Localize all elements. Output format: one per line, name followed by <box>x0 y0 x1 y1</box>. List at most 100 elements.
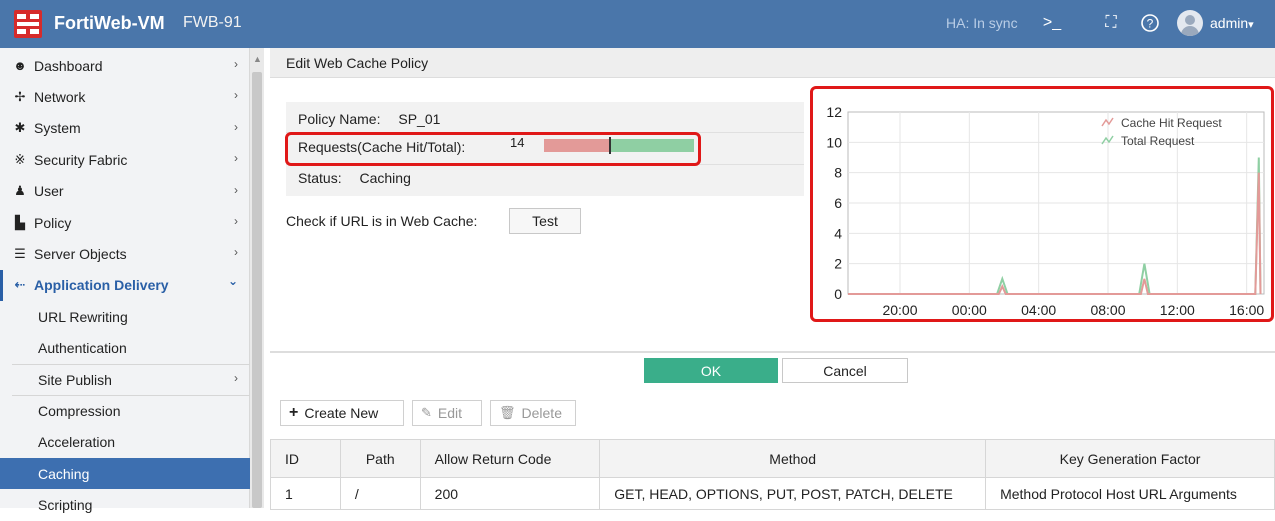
trash-icon: 🗑 <box>499 405 516 420</box>
sidebar-item-server-objects[interactable]: ☰ Server Objects › <box>0 238 250 269</box>
column-header[interactable]: Allow Return Code <box>419 439 601 478</box>
chevron-right-icon: › <box>234 57 238 71</box>
fortinet-logo-icon[interactable] <box>14 10 42 38</box>
chevron-right-icon: › <box>234 182 238 197</box>
y-tick-label: 12 <box>826 104 842 120</box>
sidebar-item-label: Application Delivery <box>34 277 169 294</box>
status-label: Status: <box>298 170 342 186</box>
cell-method: GET, HEAD, OPTIONS, PUT, POST, PATCH, DE… <box>599 477 987 510</box>
cancel-button[interactable]: Cancel <box>782 358 908 383</box>
scroll-thumb[interactable] <box>252 72 262 508</box>
sidebar-item-application-delivery[interactable]: ⇠ Application Delivery ⌄ <box>0 269 250 301</box>
sidebar-item-authentication[interactable]: Authentication <box>0 333 250 364</box>
plus-icon: + <box>289 404 299 421</box>
chevron-right-icon: › <box>234 119 238 134</box>
dashboard-icon: ☻ <box>13 58 27 73</box>
sidebar-item-policy[interactable]: ▙ Policy › <box>0 207 250 238</box>
x-tick-label: 20:00 <box>882 302 917 318</box>
x-tick-label: 12:00 <box>1160 302 1195 318</box>
sidebar-item-dashboard[interactable]: ☻ Dashboard › <box>0 50 250 81</box>
cell-return-code: 200 <box>419 477 601 510</box>
policy-name-row: Policy Name: SP_01 <box>298 111 440 127</box>
column-header[interactable]: Method <box>599 439 987 478</box>
user-menu[interactable]: admin▾ <box>1210 15 1254 31</box>
chevron-right-icon: › <box>234 371 238 385</box>
delete-button[interactable]: 🗑 Delete <box>490 400 576 426</box>
sidebar-item-label: Scripting <box>38 497 93 514</box>
ha-status: HA: In sync <box>946 15 1018 31</box>
x-tick-label: 00:00 <box>952 302 987 318</box>
status-row: Status: Caching <box>298 170 411 186</box>
x-tick-label: 04:00 <box>1021 302 1056 318</box>
sidebar-divider <box>12 364 250 365</box>
sidebar-scrollbar[interactable]: ▲ <box>250 48 264 508</box>
test-button[interactable]: Test <box>509 208 581 234</box>
create-new-button[interactable]: + Create New <box>280 400 404 426</box>
pencil-icon: ✎ <box>421 405 432 420</box>
y-tick-label: 0 <box>834 286 842 302</box>
sidebar-item-label: System <box>34 120 81 137</box>
sidebar-item-label: URL Rewriting <box>38 308 128 325</box>
sidebar-item-system[interactable]: ✱ System › <box>0 113 250 144</box>
gear-icon: ✱ <box>14 120 26 136</box>
column-header[interactable]: ID <box>270 439 341 478</box>
sidebar-item-label: Compression <box>38 402 121 419</box>
cache-request-chart: 0 2 4 6 8 10 12 20:00 00:00 04:00 08:00 12:00 16:00 C… <box>812 90 1274 322</box>
y-tick-label: 4 <box>834 225 842 241</box>
sidebar-item-label: Network <box>34 88 86 105</box>
table-header-row: ID Path Allow Return Code Method Key Gen… <box>270 439 1275 478</box>
sidebar-item-security-fabric[interactable]: ※ Security Fabric › <box>0 144 250 175</box>
svg-text:?: ? <box>1147 17 1154 31</box>
network-icon: ✢ <box>14 88 26 104</box>
security-fabric-icon: ※ <box>14 151 26 167</box>
sidebar-item-compression[interactable]: Compression <box>0 395 250 426</box>
page-title: Edit Web Cache Policy <box>270 48 1275 78</box>
server-icon: ☰ <box>14 245 26 261</box>
sidebar-item-network[interactable]: ✢ Network › <box>0 81 250 112</box>
main-content: Edit Web Cache Policy Policy Name: SP_01… <box>270 48 1275 510</box>
x-tick-label: 08:00 <box>1090 302 1125 318</box>
cli-console-icon[interactable]: >_ <box>1040 10 1064 36</box>
sidebar-item-scripting[interactable]: Scripting <box>0 490 250 521</box>
chevron-right-icon: › <box>234 151 238 166</box>
user-avatar-icon[interactable] <box>1177 10 1203 36</box>
legend-label: Cache Hit Request <box>1121 116 1222 130</box>
column-header[interactable]: Path <box>339 439 421 478</box>
sidebar: ☻ Dashboard › ✢ Network › ✱ System › ※ Security Fa… <box>0 48 250 513</box>
sidebar-divider <box>12 395 250 397</box>
sidebar-item-label: Site Publish <box>38 371 112 388</box>
sidebar-item-caching[interactable]: Caching <box>0 458 250 490</box>
policy-name-label: Policy Name: <box>298 111 381 127</box>
ok-button[interactable]: OK <box>644 358 778 383</box>
chevron-right-icon: › <box>234 88 238 103</box>
delete-label: Delete <box>521 405 562 421</box>
chart-svg: 0 2 4 6 8 10 12 20:00 00:00 04:00 08:00 12:00 16:00 C… <box>826 104 1265 318</box>
section-divider <box>270 351 1275 353</box>
top-bar: FortiWeb-VM FWB-91 HA: In sync >_ ⛶ ? ad… <box>0 0 1275 48</box>
legend-label: Total Request <box>1121 134 1195 148</box>
check-url-label: Check if URL is in Web Cache: <box>286 213 478 229</box>
edit-button[interactable]: ✎ Edit <box>412 400 482 426</box>
scroll-up-arrow-icon[interactable]: ▲ <box>253 54 262 64</box>
sidebar-item-label: Server Objects <box>34 245 127 262</box>
cache-rule-table: ID Path Allow Return Code Method Key Gen… <box>270 439 1275 510</box>
fullscreen-icon[interactable]: ⛶ <box>1099 10 1123 36</box>
sidebar-item-label: Authentication <box>38 340 127 357</box>
sidebar-item-label: User <box>34 183 64 200</box>
x-tick-label: 16:00 <box>1229 302 1264 318</box>
sidebar-item-label: Dashboard <box>34 57 103 74</box>
sidebar-item-site-publish[interactable]: Site Publish › <box>0 364 250 395</box>
sidebar-item-acceleration[interactable]: Acceleration <box>0 427 250 458</box>
create-new-label: Create New <box>304 405 379 421</box>
sidebar-item-url-rewriting[interactable]: URL Rewriting <box>0 301 250 332</box>
sidebar-item-label: Acceleration <box>38 434 116 451</box>
sidebar-item-label: Security Fabric <box>34 151 128 168</box>
sidebar-item-label: Caching <box>38 465 90 482</box>
sidebar-item-user[interactable]: ♟ User › <box>0 176 250 207</box>
edit-label: Edit <box>437 405 463 421</box>
cell-id: 1 <box>270 477 341 510</box>
help-icon[interactable]: ? <box>1138 10 1162 36</box>
table-row[interactable]: 1 / 200 GET, HEAD, OPTIONS, PUT, POST, P… <box>270 477 1275 510</box>
cell-key-factor: Method Protocol Host URL Arguments <box>985 477 1275 510</box>
column-header[interactable]: Key Generation Factor <box>985 439 1275 478</box>
